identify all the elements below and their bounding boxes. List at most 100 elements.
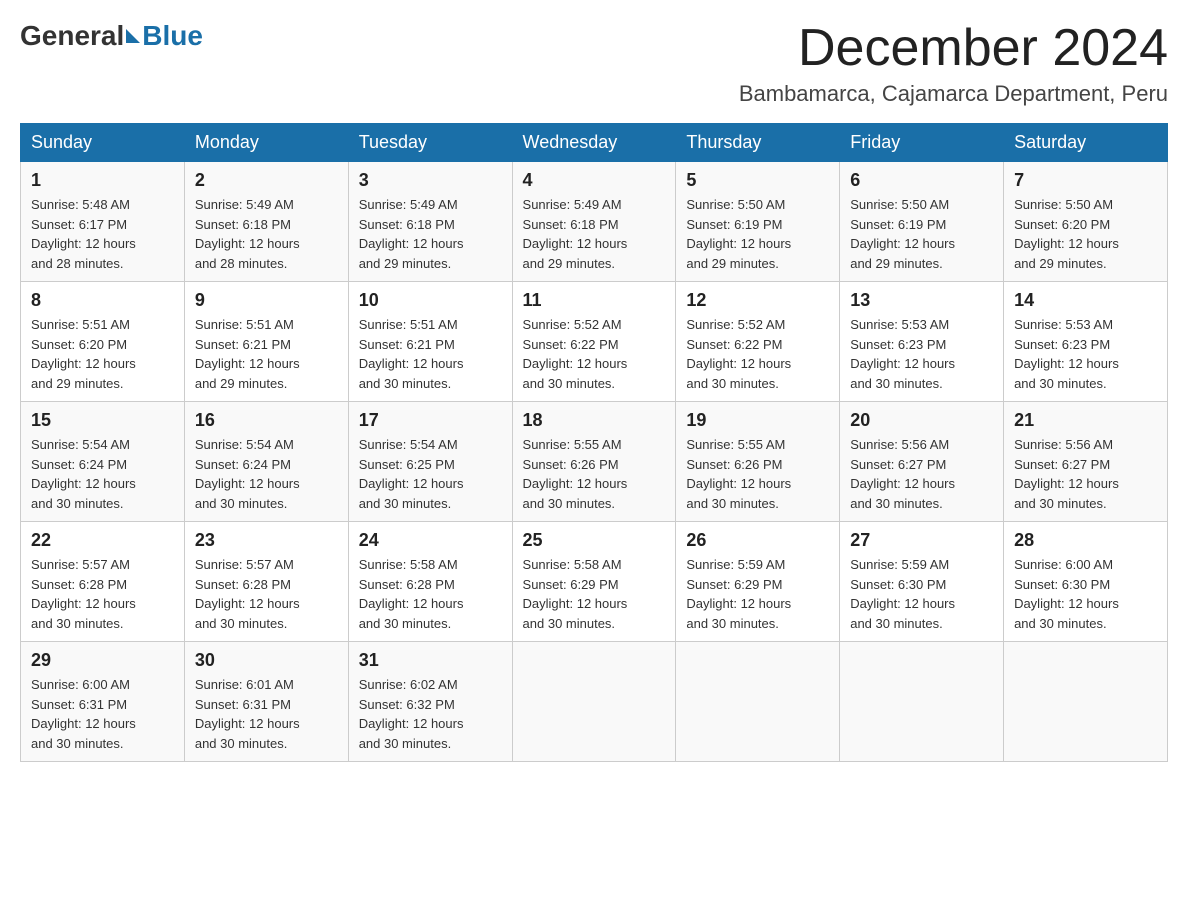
day-info: Sunrise: 5:56 AM Sunset: 6:27 PM Dayligh… xyxy=(850,435,993,513)
day-header-friday: Friday xyxy=(840,124,1004,162)
month-title: December 2024 xyxy=(739,20,1168,77)
day-number: 4 xyxy=(523,170,666,191)
day-header-saturday: Saturday xyxy=(1004,124,1168,162)
day-number: 28 xyxy=(1014,530,1157,551)
calendar-cell: 29 Sunrise: 6:00 AM Sunset: 6:31 PM Dayl… xyxy=(21,642,185,762)
calendar-cell xyxy=(676,642,840,762)
day-info: Sunrise: 5:49 AM Sunset: 6:18 PM Dayligh… xyxy=(359,195,502,273)
calendar-cell: 28 Sunrise: 6:00 AM Sunset: 6:30 PM Dayl… xyxy=(1004,522,1168,642)
day-info: Sunrise: 6:01 AM Sunset: 6:31 PM Dayligh… xyxy=(195,675,338,753)
title-area: December 2024 Bambamarca, Cajamarca Depa… xyxy=(739,20,1168,107)
day-header-sunday: Sunday xyxy=(21,124,185,162)
logo-arrow-icon xyxy=(126,29,140,43)
calendar-cell: 2 Sunrise: 5:49 AM Sunset: 6:18 PM Dayli… xyxy=(184,162,348,282)
day-number: 31 xyxy=(359,650,502,671)
day-info: Sunrise: 5:55 AM Sunset: 6:26 PM Dayligh… xyxy=(523,435,666,513)
day-info: Sunrise: 5:59 AM Sunset: 6:29 PM Dayligh… xyxy=(686,555,829,633)
calendar-cell: 24 Sunrise: 5:58 AM Sunset: 6:28 PM Dayl… xyxy=(348,522,512,642)
day-info: Sunrise: 6:02 AM Sunset: 6:32 PM Dayligh… xyxy=(359,675,502,753)
day-number: 25 xyxy=(523,530,666,551)
day-info: Sunrise: 5:57 AM Sunset: 6:28 PM Dayligh… xyxy=(31,555,174,633)
day-info: Sunrise: 5:53 AM Sunset: 6:23 PM Dayligh… xyxy=(850,315,993,393)
day-info: Sunrise: 5:54 AM Sunset: 6:24 PM Dayligh… xyxy=(31,435,174,513)
day-number: 24 xyxy=(359,530,502,551)
day-info: Sunrise: 5:59 AM Sunset: 6:30 PM Dayligh… xyxy=(850,555,993,633)
day-number: 9 xyxy=(195,290,338,311)
day-number: 11 xyxy=(523,290,666,311)
day-info: Sunrise: 5:54 AM Sunset: 6:25 PM Dayligh… xyxy=(359,435,502,513)
day-header-tuesday: Tuesday xyxy=(348,124,512,162)
week-row-4: 22 Sunrise: 5:57 AM Sunset: 6:28 PM Dayl… xyxy=(21,522,1168,642)
calendar-cell: 16 Sunrise: 5:54 AM Sunset: 6:24 PM Dayl… xyxy=(184,402,348,522)
day-info: Sunrise: 6:00 AM Sunset: 6:31 PM Dayligh… xyxy=(31,675,174,753)
calendar-cell: 21 Sunrise: 5:56 AM Sunset: 6:27 PM Dayl… xyxy=(1004,402,1168,522)
day-number: 6 xyxy=(850,170,993,191)
day-info: Sunrise: 5:58 AM Sunset: 6:28 PM Dayligh… xyxy=(359,555,502,633)
calendar-table: SundayMondayTuesdayWednesdayThursdayFrid… xyxy=(20,123,1168,762)
day-info: Sunrise: 5:56 AM Sunset: 6:27 PM Dayligh… xyxy=(1014,435,1157,513)
day-info: Sunrise: 5:51 AM Sunset: 6:21 PM Dayligh… xyxy=(359,315,502,393)
day-number: 20 xyxy=(850,410,993,431)
day-number: 3 xyxy=(359,170,502,191)
day-number: 10 xyxy=(359,290,502,311)
calendar-cell: 30 Sunrise: 6:01 AM Sunset: 6:31 PM Dayl… xyxy=(184,642,348,762)
day-header-monday: Monday xyxy=(184,124,348,162)
day-info: Sunrise: 5:52 AM Sunset: 6:22 PM Dayligh… xyxy=(523,315,666,393)
day-number: 27 xyxy=(850,530,993,551)
day-number: 18 xyxy=(523,410,666,431)
calendar-cell: 8 Sunrise: 5:51 AM Sunset: 6:20 PM Dayli… xyxy=(21,282,185,402)
days-of-week-row: SundayMondayTuesdayWednesdayThursdayFrid… xyxy=(21,124,1168,162)
day-number: 12 xyxy=(686,290,829,311)
day-number: 1 xyxy=(31,170,174,191)
calendar-cell: 7 Sunrise: 5:50 AM Sunset: 6:20 PM Dayli… xyxy=(1004,162,1168,282)
calendar-cell: 12 Sunrise: 5:52 AM Sunset: 6:22 PM Dayl… xyxy=(676,282,840,402)
day-info: Sunrise: 5:48 AM Sunset: 6:17 PM Dayligh… xyxy=(31,195,174,273)
page-header: General Blue December 2024 Bambamarca, C… xyxy=(20,20,1168,107)
day-info: Sunrise: 5:53 AM Sunset: 6:23 PM Dayligh… xyxy=(1014,315,1157,393)
calendar-cell: 25 Sunrise: 5:58 AM Sunset: 6:29 PM Dayl… xyxy=(512,522,676,642)
day-number: 19 xyxy=(686,410,829,431)
calendar-cell: 17 Sunrise: 5:54 AM Sunset: 6:25 PM Dayl… xyxy=(348,402,512,522)
logo-blue-text: Blue xyxy=(142,20,203,52)
calendar-cell xyxy=(840,642,1004,762)
day-info: Sunrise: 5:50 AM Sunset: 6:19 PM Dayligh… xyxy=(850,195,993,273)
day-number: 7 xyxy=(1014,170,1157,191)
day-info: Sunrise: 5:49 AM Sunset: 6:18 PM Dayligh… xyxy=(523,195,666,273)
day-number: 5 xyxy=(686,170,829,191)
week-row-5: 29 Sunrise: 6:00 AM Sunset: 6:31 PM Dayl… xyxy=(21,642,1168,762)
calendar-cell: 5 Sunrise: 5:50 AM Sunset: 6:19 PM Dayli… xyxy=(676,162,840,282)
day-number: 22 xyxy=(31,530,174,551)
calendar-cell xyxy=(512,642,676,762)
calendar-cell: 13 Sunrise: 5:53 AM Sunset: 6:23 PM Dayl… xyxy=(840,282,1004,402)
calendar-cell: 11 Sunrise: 5:52 AM Sunset: 6:22 PM Dayl… xyxy=(512,282,676,402)
day-number: 30 xyxy=(195,650,338,671)
day-number: 29 xyxy=(31,650,174,671)
day-info: Sunrise: 6:00 AM Sunset: 6:30 PM Dayligh… xyxy=(1014,555,1157,633)
day-number: 13 xyxy=(850,290,993,311)
week-row-1: 1 Sunrise: 5:48 AM Sunset: 6:17 PM Dayli… xyxy=(21,162,1168,282)
calendar-cell: 14 Sunrise: 5:53 AM Sunset: 6:23 PM Dayl… xyxy=(1004,282,1168,402)
day-number: 16 xyxy=(195,410,338,431)
logo-general-text: General xyxy=(20,20,124,52)
day-info: Sunrise: 5:52 AM Sunset: 6:22 PM Dayligh… xyxy=(686,315,829,393)
calendar-cell: 1 Sunrise: 5:48 AM Sunset: 6:17 PM Dayli… xyxy=(21,162,185,282)
day-header-thursday: Thursday xyxy=(676,124,840,162)
calendar-cell: 18 Sunrise: 5:55 AM Sunset: 6:26 PM Dayl… xyxy=(512,402,676,522)
day-number: 23 xyxy=(195,530,338,551)
day-info: Sunrise: 5:50 AM Sunset: 6:19 PM Dayligh… xyxy=(686,195,829,273)
day-info: Sunrise: 5:54 AM Sunset: 6:24 PM Dayligh… xyxy=(195,435,338,513)
day-info: Sunrise: 5:51 AM Sunset: 6:21 PM Dayligh… xyxy=(195,315,338,393)
week-row-3: 15 Sunrise: 5:54 AM Sunset: 6:24 PM Dayl… xyxy=(21,402,1168,522)
calendar-cell: 22 Sunrise: 5:57 AM Sunset: 6:28 PM Dayl… xyxy=(21,522,185,642)
calendar-cell: 10 Sunrise: 5:51 AM Sunset: 6:21 PM Dayl… xyxy=(348,282,512,402)
day-number: 14 xyxy=(1014,290,1157,311)
calendar-cell: 3 Sunrise: 5:49 AM Sunset: 6:18 PM Dayli… xyxy=(348,162,512,282)
calendar-cell: 27 Sunrise: 5:59 AM Sunset: 6:30 PM Dayl… xyxy=(840,522,1004,642)
day-number: 17 xyxy=(359,410,502,431)
calendar-cell: 6 Sunrise: 5:50 AM Sunset: 6:19 PM Dayli… xyxy=(840,162,1004,282)
day-number: 15 xyxy=(31,410,174,431)
day-info: Sunrise: 5:50 AM Sunset: 6:20 PM Dayligh… xyxy=(1014,195,1157,273)
day-number: 26 xyxy=(686,530,829,551)
day-header-wednesday: Wednesday xyxy=(512,124,676,162)
day-info: Sunrise: 5:49 AM Sunset: 6:18 PM Dayligh… xyxy=(195,195,338,273)
